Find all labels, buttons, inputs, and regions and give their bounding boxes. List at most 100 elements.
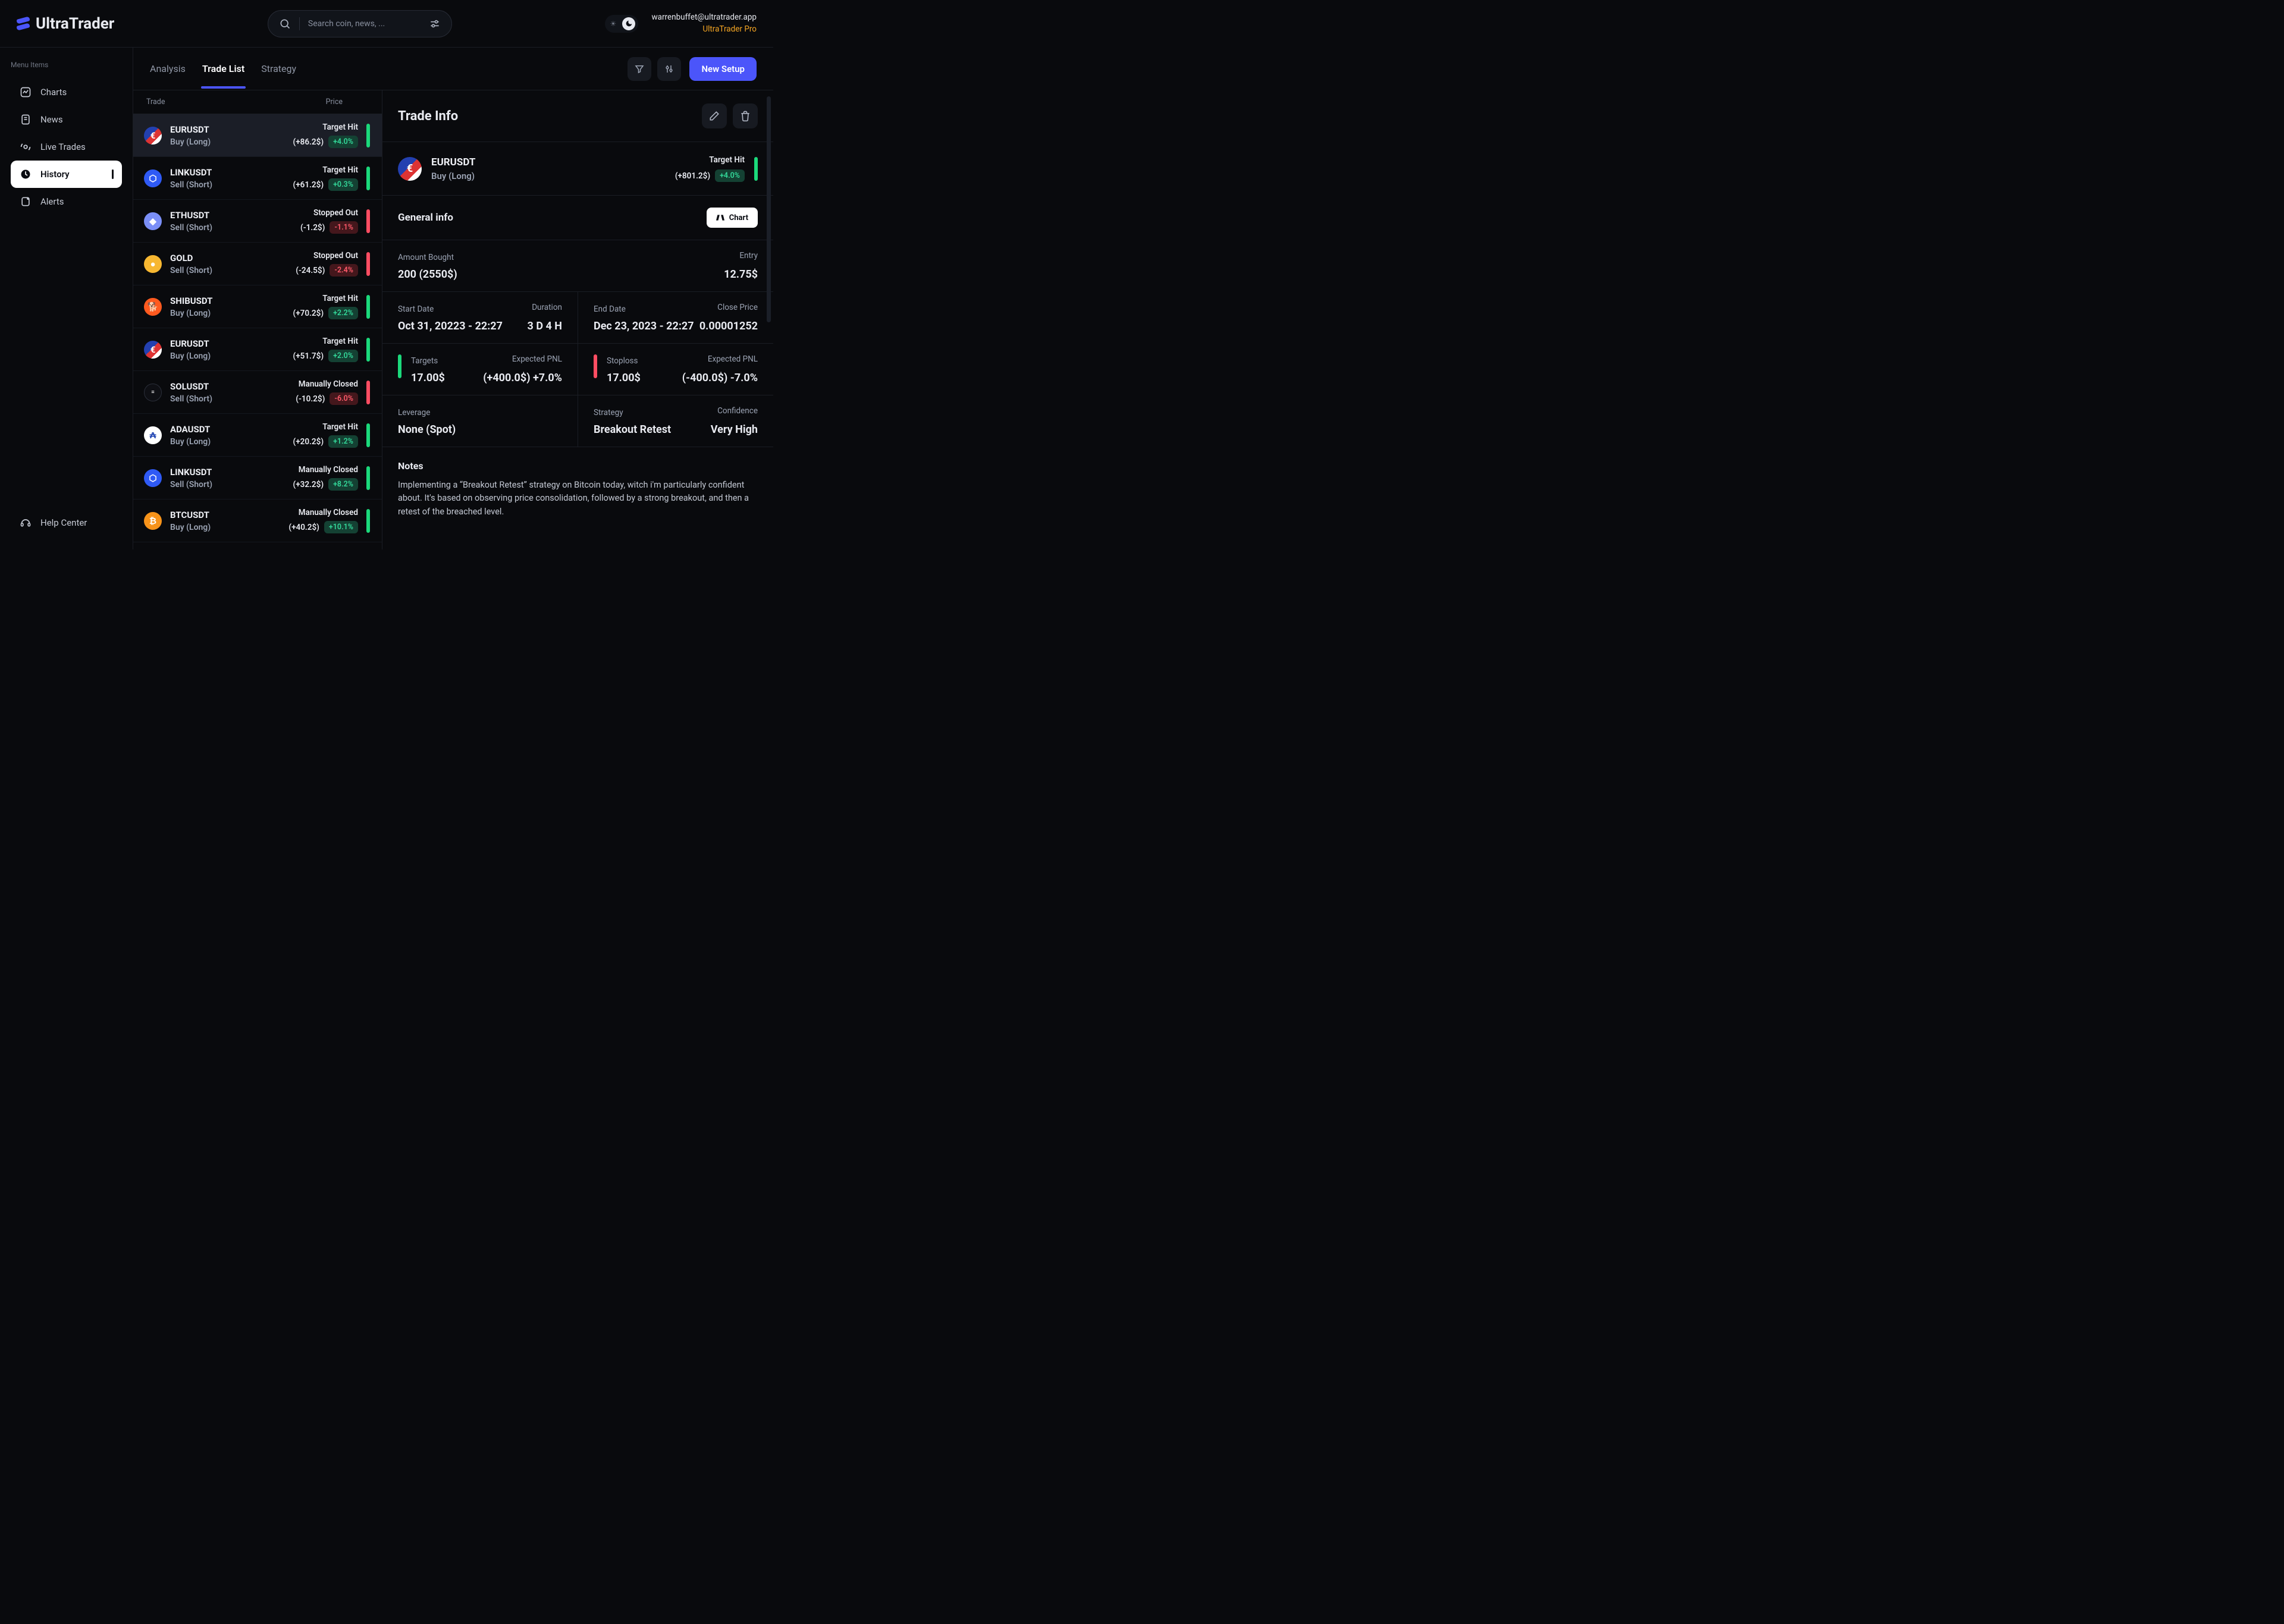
sun-icon: ☀: [610, 20, 616, 28]
trade-side: Sell (Short): [170, 480, 285, 489]
trade-pct: -1.1%: [330, 221, 358, 234]
theme-toggle-knob: [622, 17, 635, 30]
col-trade: Trade: [146, 98, 165, 106]
entry-value: 12.75$: [724, 268, 758, 281]
status-bar: [366, 124, 370, 147]
stop-value: 17.00$: [607, 372, 641, 384]
sliders-icon: [664, 64, 674, 74]
trade-symbol: SHIBUSDT: [170, 296, 285, 306]
coin-icon: 🐕: [144, 298, 162, 316]
trade-pct: +0.3%: [328, 178, 358, 191]
sidebar-item-history[interactable]: History: [11, 161, 122, 188]
trade-list-header: Trade Price: [133, 90, 382, 114]
duration-value: 3 D 4 H: [528, 320, 562, 332]
new-setup-label: New Setup: [701, 64, 745, 74]
user-block[interactable]: warrenbuffet@ultratrader.app UltraTrader…: [651, 12, 757, 35]
detail-symbol: EURUSDT: [431, 156, 475, 168]
open-chart-button[interactable]: Chart: [707, 208, 758, 228]
brand-logo[interactable]: UltraTrader: [17, 15, 114, 33]
status-bar: [366, 252, 370, 276]
sidebar-item-label: Alerts: [40, 196, 64, 207]
tv-icon: [716, 213, 724, 222]
chart-label: Chart: [729, 213, 748, 222]
app-header: UltraTrader ☀ warrenbuffet@ultratrader.a…: [0, 0, 773, 48]
trade-side: Sell (Short): [170, 266, 287, 275]
edit-button[interactable]: [702, 103, 727, 128]
trade-side: Buy (Long): [170, 137, 285, 147]
coin-icon: €: [144, 341, 162, 359]
trade-status: Manually Closed: [299, 465, 358, 475]
trade-row[interactable]: 🐕SHIBUSDTBuy (Long)Target Hit(+70.2$)+2.…: [133, 285, 382, 328]
trade-row[interactable]: ≡SOLUSDTSell (Short)Manually Closed(-10.…: [133, 371, 382, 414]
news-icon: [19, 113, 32, 126]
search-bar[interactable]: [268, 10, 452, 37]
sidebar-item-help[interactable]: Help Center: [11, 509, 122, 536]
coin-icon: ₿: [144, 512, 162, 530]
trade-status: Target Hit: [322, 294, 358, 303]
stop-label: Stoploss: [607, 356, 638, 366]
trade-pct: -6.0%: [330, 392, 358, 405]
delete-button[interactable]: [733, 103, 758, 128]
new-setup-button[interactable]: New Setup: [689, 57, 757, 81]
theme-toggle[interactable]: ☀: [605, 15, 638, 33]
trade-row[interactable]: ⬡LINKUSDTSell (Short)Target Hit(+61.2$)+…: [133, 157, 382, 200]
trade-row[interactable]: ◆ETHUSDTSell (Short)Stopped Out(-1.2$)-1…: [133, 200, 382, 243]
logo-mark-icon: [17, 18, 30, 29]
trade-pct: +10.1%: [324, 521, 358, 533]
tab-trade-list[interactable]: Trade List: [202, 49, 244, 89]
trade-symbol: SOLUSDT: [170, 381, 287, 392]
trade-dollar: (+86.2$): [293, 137, 324, 147]
stop-bar: [594, 354, 597, 378]
trade-row[interactable]: €EURUSDTBuy (Long)Target Hit(+51.7$)+2.0…: [133, 328, 382, 371]
trade-row[interactable]: ₿BTCUSDTBuy (Long)Manually Closed(+40.2$…: [133, 500, 382, 542]
stop-pnl-value: (-400.0$) -7.0%: [682, 372, 758, 384]
end-label: End Date: [594, 304, 626, 314]
trade-row[interactable]: €EURUSDTBuy (Long)Target Hit(+86.2$)+4.0…: [133, 114, 382, 157]
scrollbar[interactable]: [767, 96, 771, 322]
trade-symbol: LINKUSDT: [170, 467, 285, 478]
sidebar-item-live-trades[interactable]: Live Trades: [11, 133, 122, 161]
sidebar-item-label: News: [40, 114, 63, 125]
coin-icon: ₳: [144, 426, 162, 444]
search-input[interactable]: [308, 19, 421, 29]
trade-row[interactable]: ●GOLDSell (Short)Stopped Out(-24.5$)-2.4…: [133, 243, 382, 285]
trade-status: Stopped Out: [313, 208, 358, 218]
trade-pct: +4.0%: [328, 136, 358, 148]
trade-pct: +2.2%: [328, 307, 358, 319]
trade-row[interactable]: ₳ADAUSDTBuy (Long)Target Hit(+20.2$)+1.2…: [133, 414, 382, 457]
tab-analysis[interactable]: Analysis: [150, 49, 186, 89]
targets-label: Targets: [411, 356, 438, 366]
sidebar-item-alerts[interactable]: Alerts: [11, 188, 122, 215]
sidebar: Menu Items Charts News Live Trades Histo…: [0, 48, 133, 549]
duration-label: Duration: [532, 303, 562, 312]
sidebar-item-label: History: [40, 169, 70, 180]
trade-dollar: (-1.2$): [300, 223, 325, 233]
trade-symbol: LINKUSDT: [170, 167, 285, 178]
start-value: Oct 31, 20223 - 22:27: [398, 320, 503, 332]
status-bar: [754, 157, 758, 181]
trade-dollar: (+40.2$): [288, 523, 319, 532]
trade-dollar: (+61.2$): [293, 180, 324, 190]
sidebar-item-news[interactable]: News: [11, 106, 122, 133]
trade-row[interactable]: ⬡LINKUSDTSell (Short)Manually Closed(+32…: [133, 457, 382, 500]
trade-status: Stopped Out: [313, 251, 358, 260]
chart-icon: [19, 86, 32, 99]
detail-dollar: (+801.2$): [675, 171, 710, 181]
trade-status: Target Hit: [322, 337, 358, 346]
funnel-icon: [634, 64, 645, 74]
coin-icon: ◆: [144, 212, 162, 230]
general-info-heading: General info: [398, 212, 453, 224]
status-bar: [366, 295, 370, 319]
settings-button[interactable]: [657, 57, 681, 81]
tab-strategy[interactable]: Strategy: [261, 49, 296, 89]
leverage-label: Leverage: [398, 408, 430, 417]
trade-pct: +1.2%: [328, 435, 358, 448]
filter-sliders-icon[interactable]: [429, 18, 441, 30]
strategy-value: Breakout Retest: [594, 423, 671, 436]
help-icon: [19, 516, 32, 529]
sidebar-item-charts[interactable]: Charts: [11, 78, 122, 106]
close-value: 0.00001252: [699, 320, 758, 332]
moon-icon: [625, 20, 633, 27]
status-bar: [366, 423, 370, 447]
filter-button[interactable]: [628, 57, 651, 81]
